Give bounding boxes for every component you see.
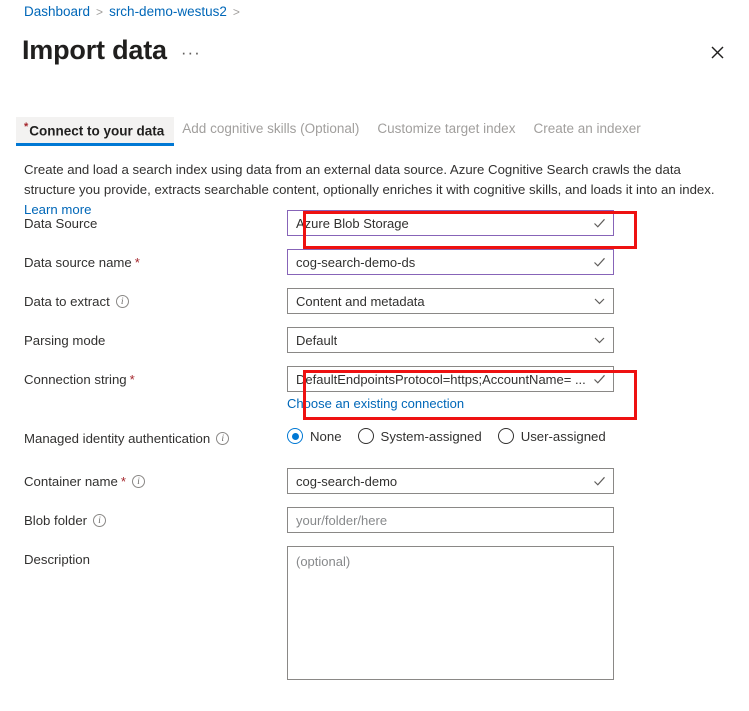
connection-string-value: DefaultEndpointsProtocol=https;AccountNa… <box>296 372 586 387</box>
control-blob-folder: your/folder/here <box>287 507 614 533</box>
label-text: Description <box>24 552 90 567</box>
control-parsing-mode: Default <box>287 327 614 353</box>
close-icon <box>711 46 724 59</box>
label-text: Connection string <box>24 372 127 387</box>
radio-none[interactable]: None <box>287 428 342 444</box>
blob-folder-input[interactable]: your/folder/here <box>287 507 614 533</box>
required-marker: * <box>135 255 140 270</box>
container-name-input[interactable]: cog-search-demo <box>287 468 614 494</box>
radio-label: User-assigned <box>521 429 606 444</box>
label-data-to-extract: Data to extract i <box>0 288 287 309</box>
tab-label: Create an indexer <box>533 121 640 136</box>
chevron-down-icon <box>593 295 606 308</box>
label-connection-string: Connection string * <box>0 366 287 387</box>
description-textarea[interactable]: (optional) <box>287 546 614 680</box>
radio-label: None <box>310 429 342 444</box>
label-managed-identity: Managed identity authentication i <box>0 425 287 446</box>
parsing-mode-dropdown[interactable]: Default <box>287 327 614 353</box>
control-data-source: Azure Blob Storage <box>287 210 614 236</box>
parsing-mode-value: Default <box>296 333 337 348</box>
info-icon[interactable]: i <box>93 514 106 527</box>
form-row-data-to-extract: Data to extract i Content and metadata <box>0 288 749 327</box>
data-to-extract-value: Content and metadata <box>296 294 425 309</box>
control-data-to-extract: Content and metadata <box>287 288 614 314</box>
tab-label: Add cognitive skills (Optional) <box>182 121 359 136</box>
check-icon <box>593 475 606 488</box>
data-source-dropdown[interactable]: Azure Blob Storage <box>287 210 614 236</box>
tab-create-an-indexer[interactable]: Create an indexer <box>525 117 650 143</box>
data-to-extract-dropdown[interactable]: Content and metadata <box>287 288 614 314</box>
label-description: Description <box>0 546 287 567</box>
managed-identity-radio-group: None System-assigned User-assigned <box>287 425 627 444</box>
tab-required-marker: * <box>24 121 28 133</box>
container-name-value: cog-search-demo <box>296 474 397 489</box>
form-row-connection-string: Connection string * DefaultEndpointsProt… <box>0 366 749 425</box>
breadcrumb-item-search-service[interactable]: srch-demo-westus2 <box>109 3 227 21</box>
label-text: Data source name <box>24 255 132 270</box>
connect-to-data-form: Data Source Azure Blob Storage Data sour… <box>0 210 749 686</box>
label-text: Container name <box>24 474 118 489</box>
connection-string-input[interactable]: DefaultEndpointsProtocol=https;AccountNa… <box>287 366 614 392</box>
chevron-down-icon <box>593 334 606 347</box>
label-data-source-name: Data source name * <box>0 249 287 270</box>
import-data-blade: Dashboard > srch-demo-westus2 > Import d… <box>0 0 749 711</box>
radio-user-assigned[interactable]: User-assigned <box>498 428 606 444</box>
label-parsing-mode: Parsing mode <box>0 327 287 348</box>
breadcrumb-separator-icon-2: > <box>233 3 240 21</box>
more-options-icon[interactable]: ··· <box>181 44 201 67</box>
radio-dot-icon <box>498 428 514 444</box>
radio-dot-icon <box>287 428 303 444</box>
radio-dot-icon <box>358 428 374 444</box>
form-row-managed-identity: Managed identity authentication i None S… <box>0 425 749 468</box>
tab-customize-target-index[interactable]: Customize target index <box>369 117 525 143</box>
label-text: Data Source <box>24 216 97 231</box>
data-source-value: Azure Blob Storage <box>296 216 409 231</box>
control-data-source-name: cog-search-demo-ds <box>287 249 614 275</box>
info-icon[interactable]: i <box>216 432 229 445</box>
radio-label: System-assigned <box>381 429 482 444</box>
tab-add-cognitive-skills[interactable]: Add cognitive skills (Optional) <box>174 117 369 143</box>
form-row-data-source-name: Data source name * cog-search-demo-ds <box>0 249 749 288</box>
tab-label: Connect to your data <box>29 124 164 139</box>
check-icon <box>593 217 606 230</box>
title-row: Import data ··· <box>22 33 201 67</box>
label-text: Parsing mode <box>24 333 105 348</box>
label-text: Managed identity authentication <box>24 431 210 446</box>
data-source-name-input[interactable]: cog-search-demo-ds <box>287 249 614 275</box>
form-row-blob-folder: Blob folder i your/folder/here <box>0 507 749 546</box>
label-text: Blob folder <box>24 513 87 528</box>
control-managed-identity: None System-assigned User-assigned <box>287 425 627 444</box>
description-text: Create and load a search index using dat… <box>24 162 715 197</box>
form-row-description: Description (optional) <box>0 546 749 686</box>
required-marker: * <box>130 372 135 387</box>
tab-connect-to-your-data[interactable]: *Connect to your data <box>16 117 174 146</box>
wizard-tabs: *Connect to your data Add cognitive skil… <box>16 117 651 146</box>
breadcrumb: Dashboard > srch-demo-westus2 > <box>24 3 240 21</box>
form-row-parsing-mode: Parsing mode Default <box>0 327 749 366</box>
label-text: Data to extract <box>24 294 110 309</box>
blob-folder-placeholder: your/folder/here <box>296 513 387 528</box>
choose-existing-connection-link[interactable]: Choose an existing connection <box>287 396 464 411</box>
label-data-source: Data Source <box>0 210 287 231</box>
label-container-name: Container name * i <box>0 468 287 489</box>
close-button[interactable] <box>703 38 731 66</box>
control-description: (optional) <box>287 546 614 680</box>
info-icon[interactable]: i <box>132 475 145 488</box>
info-icon[interactable]: i <box>116 295 129 308</box>
label-blob-folder: Blob folder i <box>0 507 287 528</box>
description-placeholder: (optional) <box>296 554 350 569</box>
page-title: Import data <box>22 33 167 67</box>
tab-label: Customize target index <box>377 121 515 136</box>
breadcrumb-separator-icon: > <box>96 3 103 21</box>
radio-system-assigned[interactable]: System-assigned <box>358 428 482 444</box>
check-icon <box>593 373 606 386</box>
required-marker: * <box>121 474 126 489</box>
data-source-name-value: cog-search-demo-ds <box>296 255 415 270</box>
control-container-name: cog-search-demo <box>287 468 614 494</box>
breadcrumb-item-dashboard[interactable]: Dashboard <box>24 3 90 21</box>
form-row-data-source: Data Source Azure Blob Storage <box>0 210 749 249</box>
control-connection-string: DefaultEndpointsProtocol=https;AccountNa… <box>287 366 614 413</box>
form-row-container-name: Container name * i cog-search-demo <box>0 468 749 507</box>
check-icon <box>593 256 606 269</box>
